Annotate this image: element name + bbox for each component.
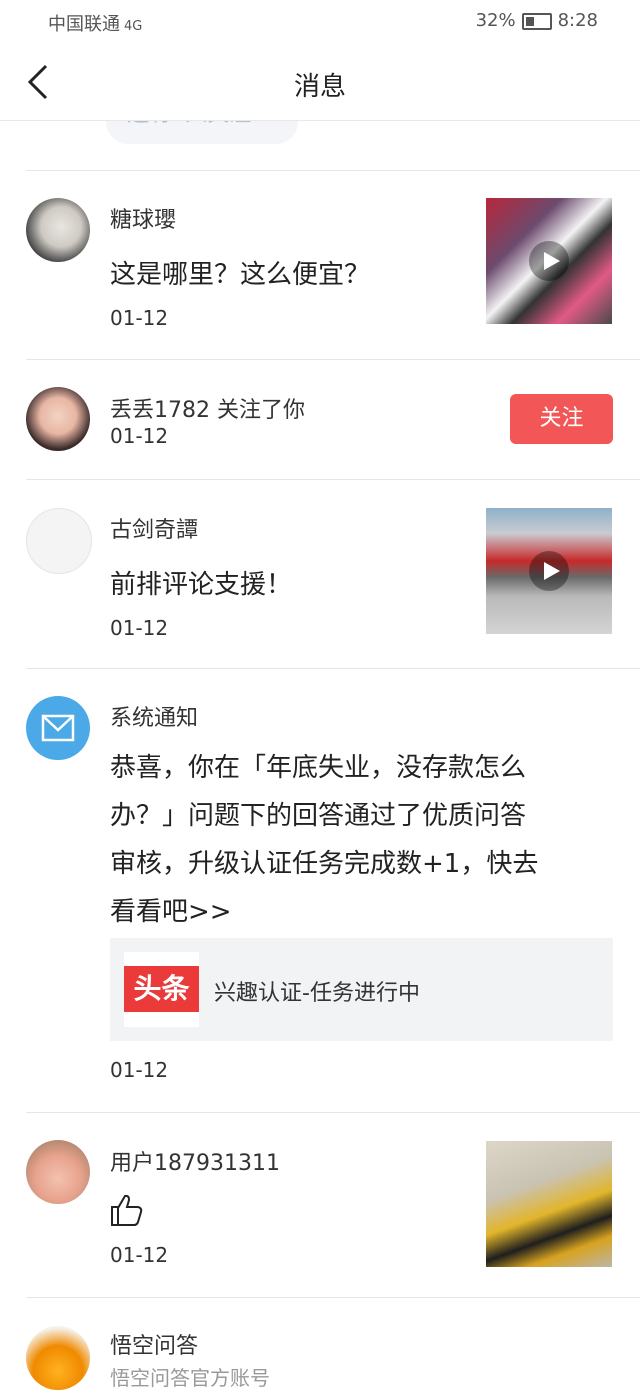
avatar[interactable] xyxy=(26,387,90,451)
date-label: 01-12 xyxy=(110,616,169,640)
avatar[interactable] xyxy=(26,1140,90,1204)
follow-button[interactable]: 关注 xyxy=(510,394,613,444)
task-card[interactable]: 头条 兴趣认证-任务进行中 xyxy=(110,938,613,1041)
message-text: 前排评论支援！ xyxy=(110,570,293,600)
system-message: 恭喜，你在「年底失业，没存款怎么 办？」问题下的回答通过了优质问答 审核，升级认… xyxy=(110,744,610,936)
image-thumbnail[interactable] xyxy=(486,1141,612,1267)
play-icon xyxy=(529,551,569,591)
avatar[interactable] xyxy=(26,696,90,760)
message-line: 审核，升级认证任务完成数+1，快去 xyxy=(110,849,539,879)
list-item[interactable]: 悟空问答 悟空问答官方账号 xyxy=(0,1298,640,1390)
user-name[interactable]: 系统通知 xyxy=(110,700,198,732)
toutiao-logo: 头条 xyxy=(124,952,199,1027)
envelope-icon xyxy=(41,714,75,742)
thumbs-up-icon xyxy=(111,1194,143,1226)
user-name[interactable]: 丢丢1782 关注了你 xyxy=(110,392,305,424)
message-text: 这是哪里？这么便宜？ xyxy=(110,260,371,290)
user-name[interactable]: 用户187931311 xyxy=(110,1145,280,1177)
avatar[interactable] xyxy=(26,508,92,574)
avatar[interactable] xyxy=(26,1326,90,1390)
list-item[interactable]: 丢丢1782 关注了你 01-12 关注 xyxy=(0,360,640,480)
page-title-overlay: 消息 xyxy=(293,72,346,102)
date-label: 01-12 xyxy=(110,1243,169,1267)
list-item[interactable]: 古剑奇譚 前排评论支援！ 01-12 xyxy=(0,480,640,670)
user-name[interactable]: 悟空问答 xyxy=(110,1328,198,1360)
user-name[interactable]: 糖球瓔 xyxy=(110,202,176,234)
list-item[interactable]: 用户187931311 01-12 xyxy=(0,1113,640,1298)
message-line: 办？」问题下的回答通过了优质问答 xyxy=(110,801,527,831)
user-name[interactable]: 古剑奇譚 xyxy=(110,512,198,544)
status-bar: 中国联通 4G 32% 8:28 xyxy=(0,0,640,44)
play-icon xyxy=(529,241,569,281)
message-line: 看看吧>> xyxy=(110,897,232,927)
video-thumbnail[interactable] xyxy=(486,198,612,324)
video-thumbnail[interactable] xyxy=(486,508,612,634)
battery-percent: 32% xyxy=(475,10,516,31)
list-item[interactable]: 糖球瓔 这是哪里？这么便宜？ 01-12 xyxy=(0,170,640,360)
signal-icon: 4G xyxy=(124,19,143,34)
carrier-label: 中国联通 xyxy=(48,14,120,35)
date-label: 01-12 xyxy=(110,424,169,448)
card-text: 兴趣认证-任务进行中 xyxy=(214,981,420,1006)
date-label: 01-12 xyxy=(110,306,169,330)
date-label: 01-12 xyxy=(110,1058,169,1082)
clock: 8:28 xyxy=(557,10,598,31)
message-line: 恭喜，你在「年底失业，没存款怎么 xyxy=(110,753,527,783)
account-subtitle: 悟空问答官方账号 xyxy=(110,1366,270,1390)
battery-icon xyxy=(521,12,552,30)
list-item[interactable]: 系统通知 恭喜，你在「年底失业，没存款怎么 办？」问题下的回答通过了优质问答 审… xyxy=(0,668,640,1113)
avatar[interactable] xyxy=(26,198,90,262)
